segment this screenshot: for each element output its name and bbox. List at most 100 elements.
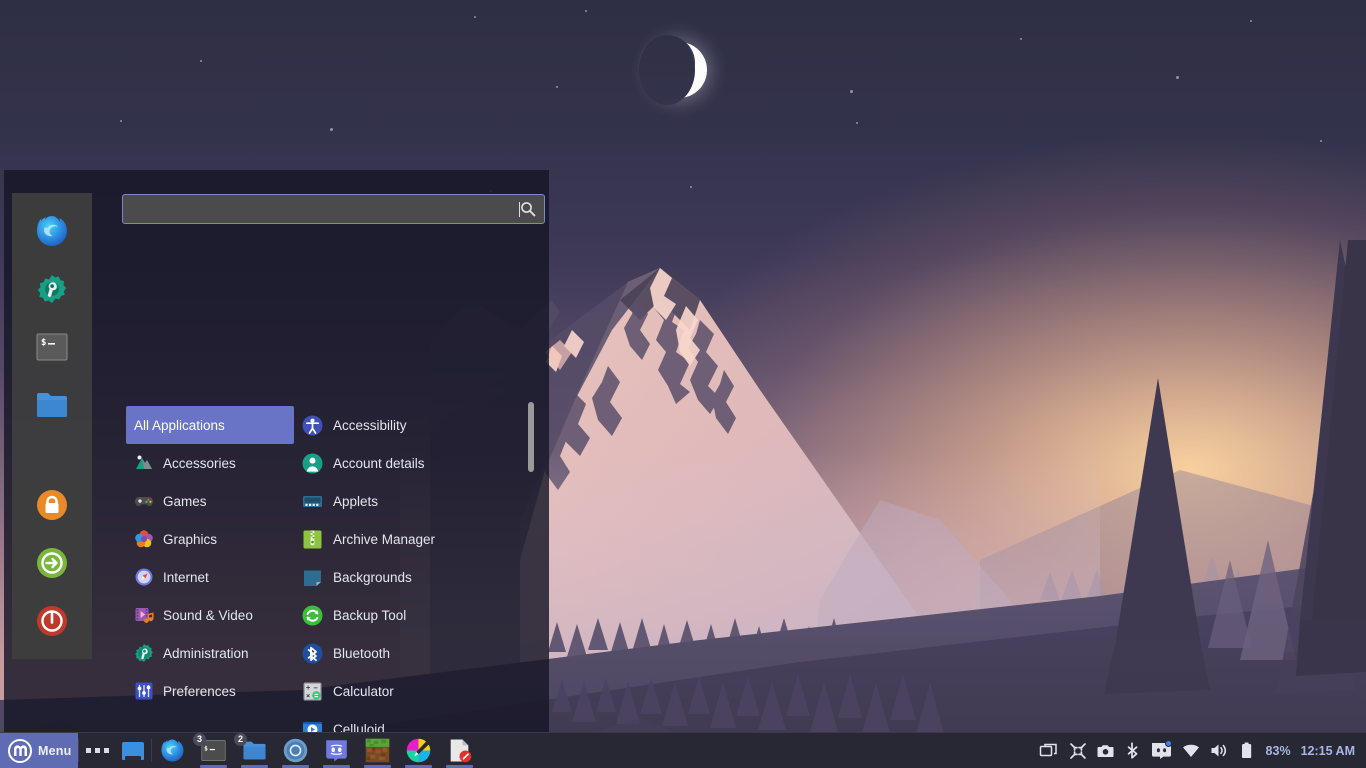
app-label: Bluetooth bbox=[333, 645, 391, 661]
quit-button[interactable] bbox=[32, 601, 72, 641]
category-administration[interactable]: Administration bbox=[126, 634, 294, 672]
three-dots-icon bbox=[85, 748, 109, 753]
linux-mint-logo-icon bbox=[8, 738, 32, 763]
taskbar-app-minecraft[interactable] bbox=[357, 733, 398, 768]
taskbar-app-text-editor[interactable] bbox=[439, 733, 480, 768]
taskbar: Menu 3 $ 2 83% 12:15 AM bbox=[0, 732, 1366, 768]
clock-label[interactable]: 12:15 AM bbox=[1296, 744, 1360, 758]
games-icon bbox=[134, 491, 154, 511]
category-sound-video[interactable]: Sound & Video bbox=[126, 596, 294, 634]
discord-tray-icon[interactable] bbox=[1148, 733, 1176, 768]
taskbar-app-discord[interactable] bbox=[316, 733, 357, 768]
app-label: Calculator bbox=[333, 683, 394, 699]
app-item-calculator[interactable]: + − × Calculator bbox=[302, 672, 532, 710]
category-label: Administration bbox=[163, 645, 249, 661]
app-item-applets[interactable]: Applets bbox=[302, 482, 532, 520]
battery-icon[interactable] bbox=[1233, 733, 1261, 768]
chromium-icon bbox=[283, 738, 308, 763]
administration-icon bbox=[134, 643, 154, 663]
app-label: Applets bbox=[333, 493, 379, 509]
category-label: Accessories bbox=[163, 455, 236, 471]
firefox-icon bbox=[161, 739, 184, 762]
app-label: Account details bbox=[333, 455, 425, 471]
category-games[interactable]: Games bbox=[126, 482, 294, 520]
app-list-scrollbar-thumb[interactable] bbox=[528, 402, 534, 472]
menu-button[interactable]: Menu bbox=[0, 733, 78, 768]
application-menu-popup: $ All Applications Accessories Games Gra… bbox=[4, 170, 549, 732]
category-internet[interactable]: Internet bbox=[126, 558, 294, 596]
search-input[interactable] bbox=[131, 201, 517, 217]
category-graphics[interactable]: Graphics bbox=[126, 520, 294, 558]
system-tray: 83% 12:15 AM bbox=[1035, 733, 1366, 768]
session-actions bbox=[32, 467, 72, 641]
category-list: All Applications Accessories Games Graph… bbox=[126, 406, 294, 710]
desktop-screen: $ All Applications Accessories Games Gra… bbox=[0, 0, 1366, 768]
favorite-files[interactable] bbox=[32, 385, 72, 425]
svg-text:$: $ bbox=[41, 338, 46, 348]
show-desktop-icon[interactable] bbox=[115, 733, 151, 768]
krita-icon bbox=[406, 738, 431, 763]
app-item-celluloid[interactable]: Celluloid bbox=[302, 710, 532, 732]
accessories-icon bbox=[134, 453, 154, 473]
quick-launch-group bbox=[79, 733, 151, 768]
favorite-firefox[interactable] bbox=[32, 211, 72, 251]
app-item-accessibility[interactable]: Accessibility bbox=[302, 406, 532, 444]
minecraft-icon bbox=[365, 738, 390, 763]
app-label: Backgrounds bbox=[333, 569, 412, 585]
bluetooth-icon[interactable] bbox=[1120, 733, 1148, 768]
accessibility-icon bbox=[302, 415, 323, 436]
calculator-icon: + − × bbox=[302, 681, 323, 702]
window-count-badge: 2 bbox=[234, 732, 247, 746]
app-item-backgrounds[interactable]: Backgrounds bbox=[302, 558, 532, 596]
discord-icon bbox=[326, 740, 347, 762]
category-label: Sound & Video bbox=[163, 607, 253, 623]
category-all-applications[interactable]: All Applications bbox=[126, 406, 294, 444]
active-window-indicator bbox=[323, 765, 350, 768]
app-item-archive-manager[interactable]: Archive Manager bbox=[302, 520, 532, 558]
active-window-indicator bbox=[200, 765, 227, 768]
workspace-switcher-icon[interactable] bbox=[1035, 733, 1063, 768]
grouped-window-list-icon[interactable] bbox=[79, 733, 115, 768]
volume-icon[interactable] bbox=[1205, 733, 1233, 768]
app-item-bluetooth[interactable]: Bluetooth bbox=[302, 634, 532, 672]
favorite-software-manager[interactable] bbox=[32, 269, 72, 309]
app-label: Accessibility bbox=[333, 417, 407, 433]
window-icon bbox=[122, 741, 144, 760]
taskbar-app-krita[interactable] bbox=[398, 733, 439, 768]
category-preferences[interactable]: Preferences bbox=[126, 672, 294, 710]
search-icon[interactable] bbox=[520, 201, 536, 217]
category-accessories[interactable]: Accessories bbox=[126, 444, 294, 482]
app-label: Celluloid bbox=[333, 721, 385, 733]
active-window-indicator bbox=[364, 765, 391, 768]
active-window-indicator bbox=[405, 765, 432, 768]
applets-icon bbox=[302, 491, 323, 512]
application-list: Accessibility Account details Applets Ar… bbox=[302, 406, 532, 732]
taskbar-app-firefox[interactable] bbox=[152, 733, 193, 768]
favorites-sidebar: $ bbox=[12, 193, 92, 659]
app-item-account-details[interactable]: Account details bbox=[302, 444, 532, 482]
svg-text:$: $ bbox=[204, 746, 208, 753]
archive-manager-icon bbox=[302, 529, 323, 550]
night-light-icon[interactable] bbox=[1064, 733, 1092, 768]
taskbar-app-files[interactable]: 2 bbox=[234, 732, 275, 768]
screenshot-icon[interactable] bbox=[1092, 733, 1120, 768]
logout-button[interactable] bbox=[32, 543, 72, 583]
app-item-backup-tool[interactable]: Backup Tool bbox=[302, 596, 532, 634]
taskbar-app-terminal[interactable]: 3 $ bbox=[193, 732, 234, 768]
menu-search-box[interactable] bbox=[122, 194, 545, 224]
sound-video-icon bbox=[134, 605, 154, 625]
lock-screen-button[interactable] bbox=[32, 485, 72, 525]
svg-text:×: × bbox=[306, 692, 310, 700]
battery-percent-label[interactable]: 83% bbox=[1261, 744, 1296, 758]
celluloid-icon bbox=[302, 719, 323, 732]
active-window-indicator bbox=[241, 765, 268, 768]
graphics-icon bbox=[134, 529, 154, 549]
favorite-terminal[interactable]: $ bbox=[32, 327, 72, 367]
category-label: Graphics bbox=[163, 531, 218, 547]
taskbar-app-chromium[interactable] bbox=[275, 733, 316, 768]
wifi-icon[interactable] bbox=[1177, 733, 1205, 768]
internet-icon bbox=[134, 567, 154, 587]
svg-text:+: + bbox=[306, 684, 310, 692]
bluetooth-icon bbox=[302, 643, 323, 664]
window-count-badge: 3 bbox=[193, 732, 206, 746]
